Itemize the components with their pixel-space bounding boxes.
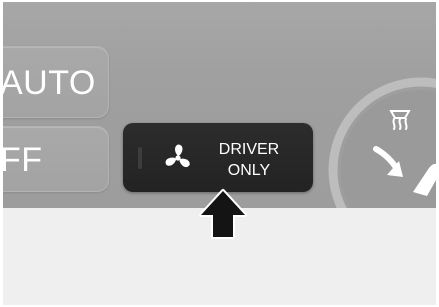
illustration-frame: AUTO FF DRIVER ONLY <box>3 2 436 305</box>
temperature-dial[interactable] <box>323 60 436 208</box>
off-button-label: FF <box>3 141 43 179</box>
fan-icon <box>165 144 190 168</box>
driver-only-label-line2: ONLY <box>227 162 271 179</box>
off-button[interactable]: FF <box>3 126 109 192</box>
auto-button[interactable]: AUTO <box>3 46 109 118</box>
driver-only-label-line1: DRIVER <box>218 141 280 158</box>
driver-only-label: DRIVER ONLY <box>211 139 287 181</box>
auto-button-label: AUTO <box>3 64 96 102</box>
climate-control-panel: AUTO FF DRIVER ONLY <box>3 2 436 208</box>
up-arrow-icon <box>199 189 247 239</box>
indicator-light <box>138 147 142 169</box>
driver-only-button[interactable]: DRIVER ONLY <box>123 123 313 192</box>
